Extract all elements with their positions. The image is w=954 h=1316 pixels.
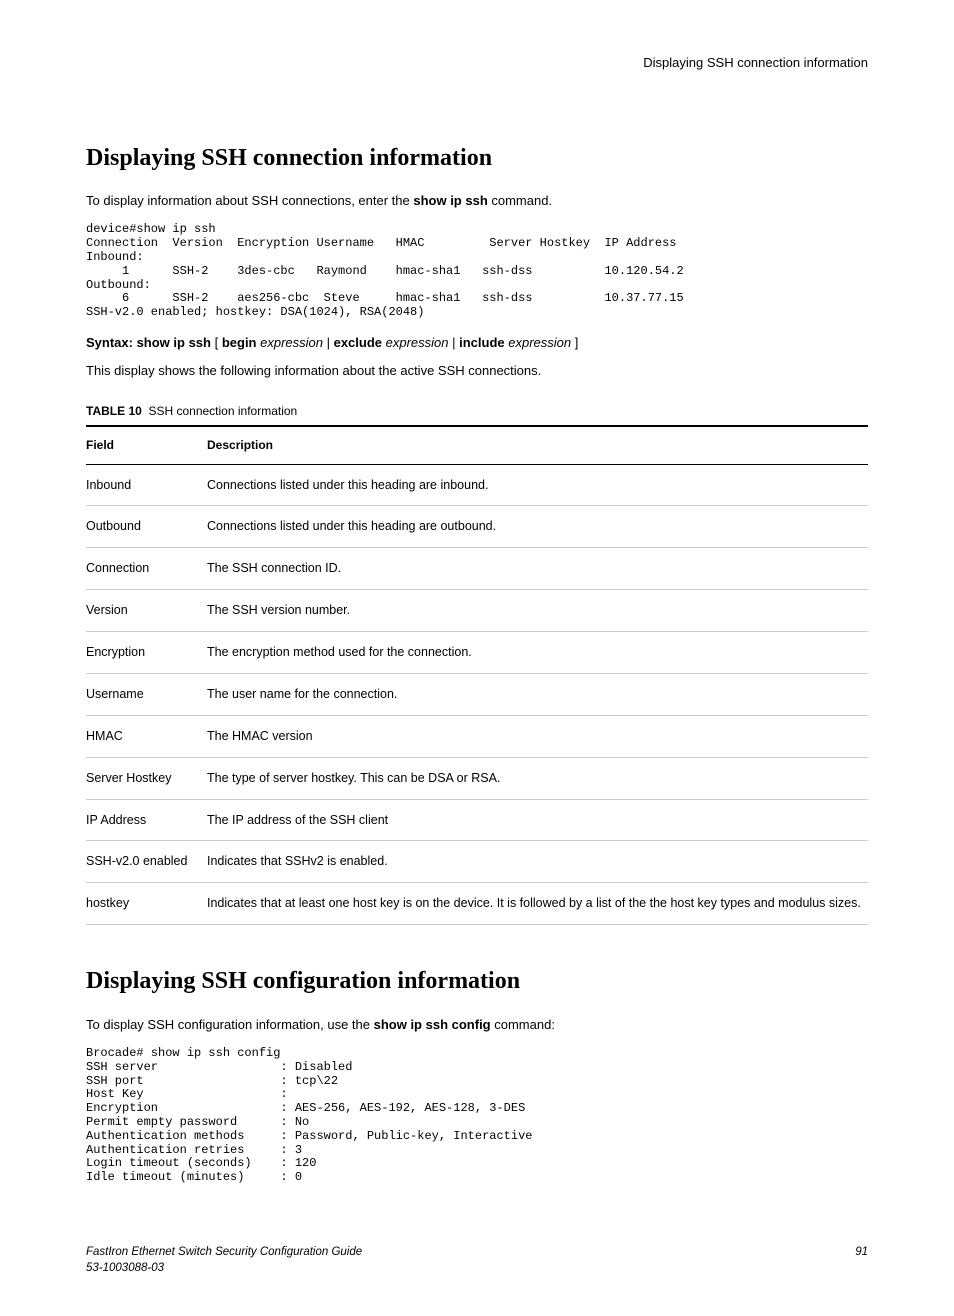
th-description: Description: [207, 426, 868, 464]
footer-book: FastIron Ethernet Switch Security Config…: [86, 1245, 868, 1261]
cell-desc: Indicates that SSHv2 is enabled.: [207, 841, 868, 883]
ssh-connection-table: Field Description InboundConnections lis…: [86, 425, 868, 925]
code-block-show-ip-ssh: device#show ip ssh Connection Version En…: [86, 223, 868, 320]
cell-desc: The SSH connection ID.: [207, 548, 868, 590]
section2-intro-cmd: show ip ssh config: [374, 1017, 491, 1032]
table-caption-text: SSH connection information: [148, 404, 297, 418]
section2-intro: To display SSH configuration information…: [86, 1016, 868, 1034]
cell-field: SSH-v2.0 enabled: [86, 841, 207, 883]
cell-field: Username: [86, 673, 207, 715]
section1-intro-cmd: show ip ssh: [413, 193, 487, 208]
cell-desc: Connections listed under this heading ar…: [207, 464, 868, 506]
cell-field: IP Address: [86, 799, 207, 841]
cell-field: HMAC: [86, 715, 207, 757]
cell-field: Version: [86, 590, 207, 632]
table-row: Server HostkeyThe type of server hostkey…: [86, 757, 868, 799]
syntax-line: Syntax: show ip ssh [ begin expression |…: [86, 334, 868, 352]
cell-desc: The type of server hostkey. This can be …: [207, 757, 868, 799]
syntax-sep2: |: [449, 335, 460, 350]
code-block-show-ip-ssh-config: Brocade# show ip ssh config SSH server :…: [86, 1047, 868, 1185]
cell-desc: The HMAC version: [207, 715, 868, 757]
table-row: HMACThe HMAC version: [86, 715, 868, 757]
syntax-expr1: expression: [257, 335, 323, 350]
syntax-include: include: [459, 335, 505, 350]
syntax-expr2: expression: [382, 335, 448, 350]
syntax-exclude: exclude: [334, 335, 382, 350]
table-caption: TABLE 10 SSH connection information: [86, 403, 868, 419]
cell-desc: Connections listed under this heading ar…: [207, 506, 868, 548]
table-row: hostkeyIndicates that at least one host …: [86, 883, 868, 925]
table-row: InboundConnections listed under this hea…: [86, 464, 868, 506]
table-row: EncryptionThe encryption method used for…: [86, 632, 868, 674]
table-row: UsernameThe user name for the connection…: [86, 673, 868, 715]
cell-field: Inbound: [86, 464, 207, 506]
section-heading-config: Displaying SSH configuration information: [86, 965, 868, 997]
section2-intro-post: command:: [491, 1017, 555, 1032]
table-row: VersionThe SSH version number.: [86, 590, 868, 632]
syntax-expr3: expression: [505, 335, 571, 350]
section-heading-connection: Displaying SSH connection information: [86, 142, 868, 174]
cell-field: Encryption: [86, 632, 207, 674]
table-caption-label: TABLE 10: [86, 404, 142, 418]
syntax-label: Syntax: show ip ssh: [86, 335, 211, 350]
th-field: Field: [86, 426, 207, 464]
table-row: OutboundConnections listed under this he…: [86, 506, 868, 548]
cell-desc: The encryption method used for the conne…: [207, 632, 868, 674]
page-footer: FastIron Ethernet Switch Security Config…: [86, 1245, 868, 1276]
cell-field: Outbound: [86, 506, 207, 548]
syntax-rb: ]: [571, 335, 578, 350]
section1-intro-pre: To display information about SSH connect…: [86, 193, 413, 208]
syntax-sep1: |: [323, 335, 334, 350]
footer-page-number: 91: [855, 1245, 868, 1261]
section1-intro: To display information about SSH connect…: [86, 192, 868, 210]
table-row: SSH-v2.0 enabledIndicates that SSHv2 is …: [86, 841, 868, 883]
table-row: IP AddressThe IP address of the SSH clie…: [86, 799, 868, 841]
cell-field: Connection: [86, 548, 207, 590]
section1-after-syntax: This display shows the following informa…: [86, 362, 868, 380]
syntax-begin: begin: [222, 335, 257, 350]
section1-intro-post: command.: [488, 193, 552, 208]
section2-intro-pre: To display SSH configuration information…: [86, 1017, 374, 1032]
footer-docnum: 53-1003088-03: [86, 1261, 868, 1277]
cell-desc: The IP address of the SSH client: [207, 799, 868, 841]
cell-desc: The user name for the connection.: [207, 673, 868, 715]
cell-field: Server Hostkey: [86, 757, 207, 799]
cell-desc: The SSH version number.: [207, 590, 868, 632]
table-row: ConnectionThe SSH connection ID.: [86, 548, 868, 590]
cell-field: hostkey: [86, 883, 207, 925]
cell-desc: Indicates that at least one host key is …: [207, 883, 868, 925]
syntax-lb: [: [211, 335, 222, 350]
running-header: Displaying SSH connection information: [86, 54, 868, 72]
